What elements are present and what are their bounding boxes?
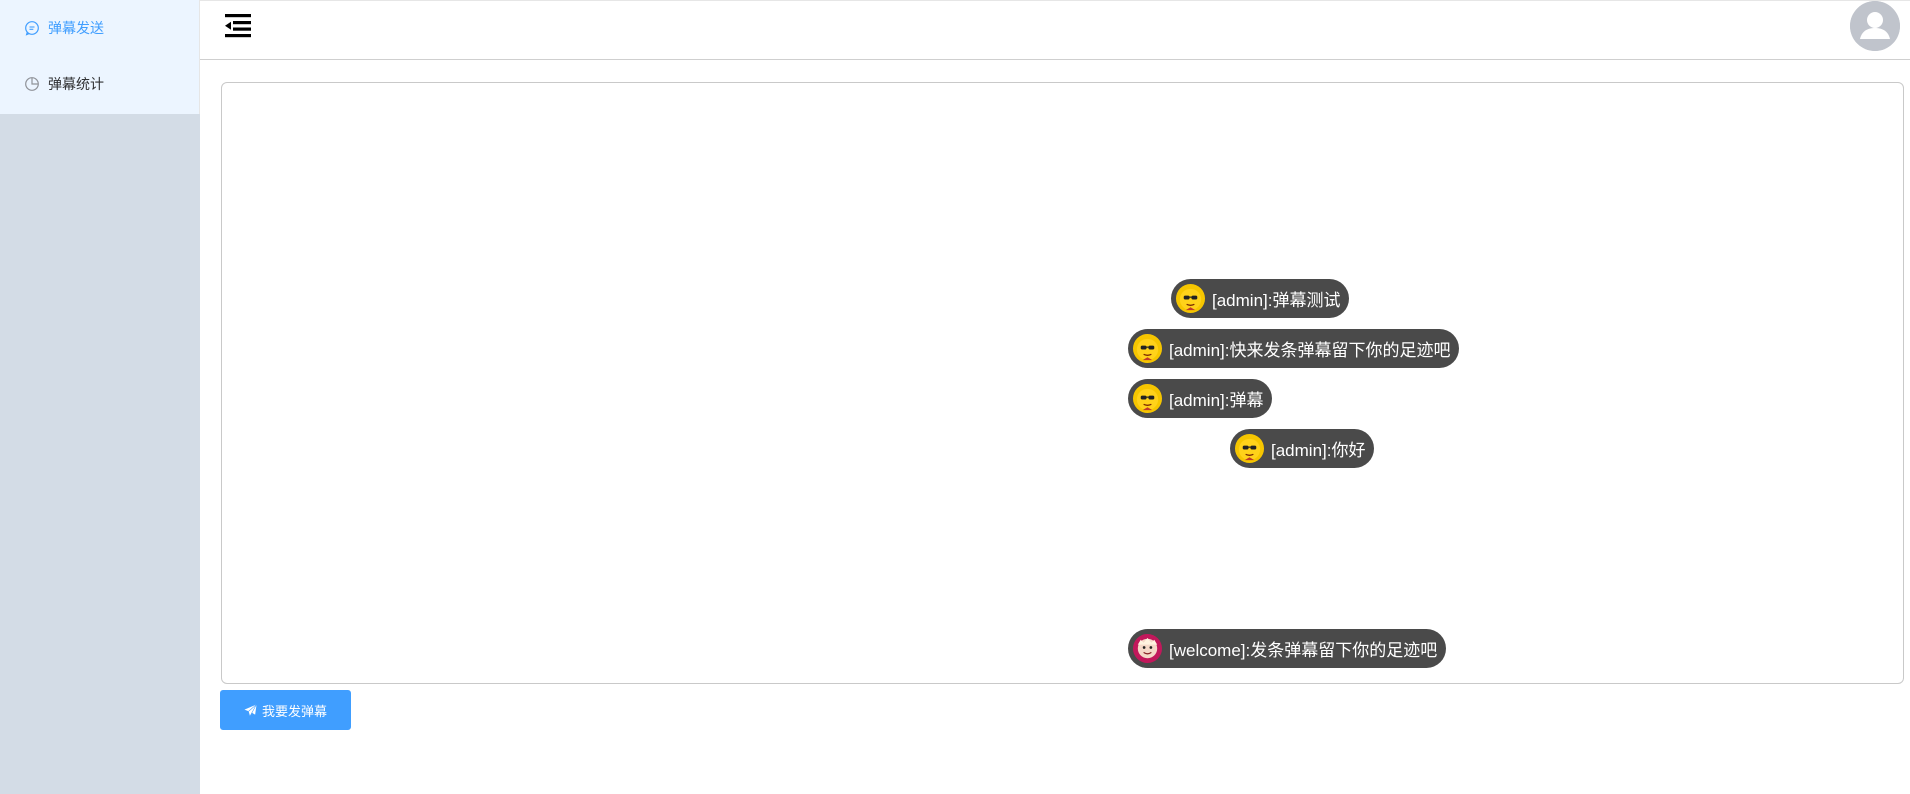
danmaku-item: [admin]:弹幕 (1128, 379, 1273, 418)
top-header (200, 0, 1910, 60)
danmaku-text: [admin]:弹幕测试 (1212, 291, 1341, 310)
sidebar-item-danmaku-stats[interactable]: 弹幕统计 (0, 56, 199, 112)
app: 弹幕发送 弹幕统计 [admin]:弹幕测试 [admin]:快来发条弹幕留下你… (0, 0, 1910, 794)
sidebar-item-label: 弹幕发送 (48, 21, 104, 37)
danmaku-item: [welcome]:发条弹幕留下你的足迹吧 (1128, 629, 1447, 668)
danmaku-text: [admin]:快来发条弹幕留下你的足迹吧 (1169, 341, 1451, 360)
yellow-face-icon (1132, 383, 1163, 414)
menu-fold-icon[interactable] (224, 12, 252, 40)
danmaku-item: [admin]:快来发条弹幕留下你的足迹吧 (1128, 329, 1460, 368)
danmaku-stage: [admin]:弹幕测试 [admin]:快来发条弹幕留下你的足迹吧 [admi… (221, 82, 1904, 684)
pink-face-icon (1132, 633, 1163, 664)
yellow-face-icon (1234, 433, 1265, 464)
yellow-face-icon (1132, 333, 1163, 364)
send-danmaku-button[interactable]: 我要发弹幕 (220, 690, 351, 730)
sidebar-item-label: 弹幕统计 (48, 77, 104, 93)
danmaku-item: [admin]:弹幕测试 (1171, 279, 1350, 318)
paper-plane-icon (244, 703, 257, 717)
danmaku-text: [welcome]:发条弹幕留下你的足迹吧 (1169, 641, 1438, 660)
danmaku-item: [admin]:你好 (1230, 429, 1375, 468)
chat-bubble-icon (24, 20, 40, 36)
danmaku-text: [admin]:弹幕 (1169, 391, 1264, 410)
danmaku-text: [admin]:你好 (1271, 441, 1366, 460)
sidebar: 弹幕发送 弹幕统计 (0, 0, 200, 794)
sidebar-menu: 弹幕发送 弹幕统计 (0, 0, 200, 114)
send-button-label: 我要发弹幕 (261, 704, 327, 720)
yellow-face-icon (1175, 283, 1206, 314)
sidebar-item-danmaku-send[interactable]: 弹幕发送 (0, 0, 199, 56)
pie-chart-icon (24, 76, 40, 92)
user-avatar-icon[interactable] (1850, 1, 1900, 51)
